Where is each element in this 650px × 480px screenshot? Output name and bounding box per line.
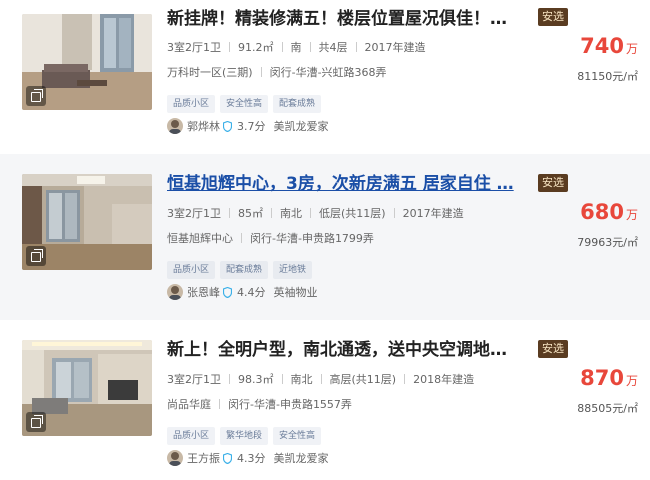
feature-chip: 配套成熟 xyxy=(273,95,322,113)
total-price: 870 万 xyxy=(580,366,638,390)
listing-card-3[interactable]: 新上！全明户型，南北通透，送中央空调地… 安选 3室2厅1卫 98.3㎡ 南北 高层(… xyxy=(0,330,650,480)
feature-chip: 安全性高 xyxy=(220,95,269,113)
listing-info: 3室2厅1卫 91.2㎡ 南 共4层 2017年建造 xyxy=(167,39,426,55)
agent-name[interactable]: 王方振 xyxy=(187,452,220,465)
agent-company: 美凯龙爱家 xyxy=(273,452,329,465)
orientation: 南 xyxy=(290,41,302,54)
price-value: 870 xyxy=(580,366,624,390)
agent-score: 4.4分 xyxy=(237,286,266,299)
agent-name[interactable]: 张恩峰 xyxy=(187,286,220,299)
community-link[interactable]: 尚品华庭 xyxy=(167,398,211,411)
album-icon xyxy=(26,246,46,266)
build-year: 2018年建造 xyxy=(413,373,475,386)
community-link[interactable]: 恒基旭辉中心 xyxy=(167,232,233,245)
floor: 低层(共11层) xyxy=(319,207,386,220)
district: 闵行-华漕-申贵路1557弄 xyxy=(228,398,352,411)
shield-icon xyxy=(223,120,232,132)
album-icon xyxy=(26,86,46,106)
agent-company: 美凯龙爱家 xyxy=(273,120,329,133)
listing-photo[interactable] xyxy=(22,14,152,110)
listing-card-2[interactable]: 恒基旭辉中心，3房，次新房满五 居家自住 … 安选 3室2厅1卫 85㎡ 南北 低层(… xyxy=(0,154,650,320)
price-unit: 万 xyxy=(625,374,638,388)
listing-title[interactable]: 新上！全明户型，南北通透，送中央空调地… xyxy=(167,339,527,361)
area: 91.2㎡ xyxy=(238,41,274,54)
floor: 高层(共11层) xyxy=(329,373,397,386)
listing-info: 3室2厅1卫 85㎡ 南北 低层(共11层) 2017年建造 xyxy=(167,205,464,221)
orientation: 南北 xyxy=(280,207,302,220)
feature-chip: 安全性高 xyxy=(273,427,322,445)
listing-location: 恒基旭辉中心 闵行-华漕-申贵路1799弄 xyxy=(167,230,374,246)
agent-score: 4.3分 xyxy=(237,452,266,465)
album-icon xyxy=(26,412,46,432)
verified-tag: 安选 xyxy=(538,8,568,26)
avatar[interactable] xyxy=(167,284,183,300)
feature-chip: 品质小区 xyxy=(167,427,216,445)
agent-info[interactable]: 张恩峰 4.4分 英袖物业 xyxy=(167,284,318,302)
build-year: 2017年建造 xyxy=(402,207,464,220)
agent-score: 3.7分 xyxy=(237,120,266,133)
avatar[interactable] xyxy=(167,450,183,466)
feature-chips: 品质小区 配套成熟 近地铁 xyxy=(167,257,317,279)
shield-icon xyxy=(223,452,232,464)
area: 85㎡ xyxy=(238,207,263,220)
agent-company: 英袖物业 xyxy=(273,286,318,299)
verified-tag: 安选 xyxy=(538,340,568,358)
agent-name[interactable]: 郭烨林 xyxy=(187,120,220,133)
unit-price: 79963元/㎡ xyxy=(577,236,638,249)
feature-chip: 繁华地段 xyxy=(220,427,269,445)
agent-info[interactable]: 郭烨林 3.7分 美凯龙爱家 xyxy=(167,118,329,136)
district: 闵行-华漕-申贵路1799弄 xyxy=(250,232,374,245)
verified-tag: 安选 xyxy=(538,174,568,192)
community-link[interactable]: 万科时一区(三期) xyxy=(167,66,253,79)
agent-info[interactable]: 王方振 4.3分 美凯龙爱家 xyxy=(167,450,329,468)
listing-card-1[interactable]: 新挂牌！精装修满五！楼层位置屋况俱佳！… 安选 3室2厅1卫 91.2㎡ 南 共4层 2… xyxy=(0,0,650,150)
feature-chips: 品质小区 安全性高 配套成熟 xyxy=(167,91,326,113)
listing-location: 尚品华庭 闵行-华漕-申贵路1557弄 xyxy=(167,396,352,412)
unit-price: 81150元/㎡ xyxy=(577,70,638,83)
layout: 3室2厅1卫 xyxy=(167,373,221,386)
total-price: 680 万 xyxy=(580,200,638,224)
feature-chips: 品质小区 繁华地段 安全性高 xyxy=(167,423,326,445)
price-unit: 万 xyxy=(625,42,638,56)
listing-title[interactable]: 新挂牌！精装修满五！楼层位置屋况俱佳！… xyxy=(167,8,527,30)
feature-chip: 品质小区 xyxy=(167,95,216,113)
price-value: 740 xyxy=(580,34,624,58)
shield-icon xyxy=(223,286,232,298)
floor: 共4层 xyxy=(318,41,348,54)
orientation: 南北 xyxy=(290,373,313,386)
feature-chip: 品质小区 xyxy=(167,261,216,279)
build-year: 2017年建造 xyxy=(364,41,426,54)
layout: 3室2厅1卫 xyxy=(167,207,221,220)
area: 98.3㎡ xyxy=(238,373,274,386)
price-unit: 万 xyxy=(625,208,638,222)
district: 闵行-华漕-兴虹路368弄 xyxy=(269,66,387,79)
listing-photo[interactable] xyxy=(22,174,152,270)
listing-photo[interactable] xyxy=(22,340,152,436)
listing-info: 3室2厅1卫 98.3㎡ 南北 高层(共11层) 2018年建造 xyxy=(167,371,474,387)
price-value: 680 xyxy=(580,200,624,224)
feature-chip: 近地铁 xyxy=(273,261,313,279)
layout: 3室2厅1卫 xyxy=(167,41,221,54)
total-price: 740 万 xyxy=(580,34,638,58)
unit-price: 88505元/㎡ xyxy=(577,402,638,415)
avatar[interactable] xyxy=(167,118,183,134)
feature-chip: 配套成熟 xyxy=(220,261,269,279)
listing-location: 万科时一区(三期) 闵行-华漕-兴虹路368弄 xyxy=(167,64,387,80)
listing-title[interactable]: 恒基旭辉中心，3房，次新房满五 居家自住 … xyxy=(167,173,527,195)
